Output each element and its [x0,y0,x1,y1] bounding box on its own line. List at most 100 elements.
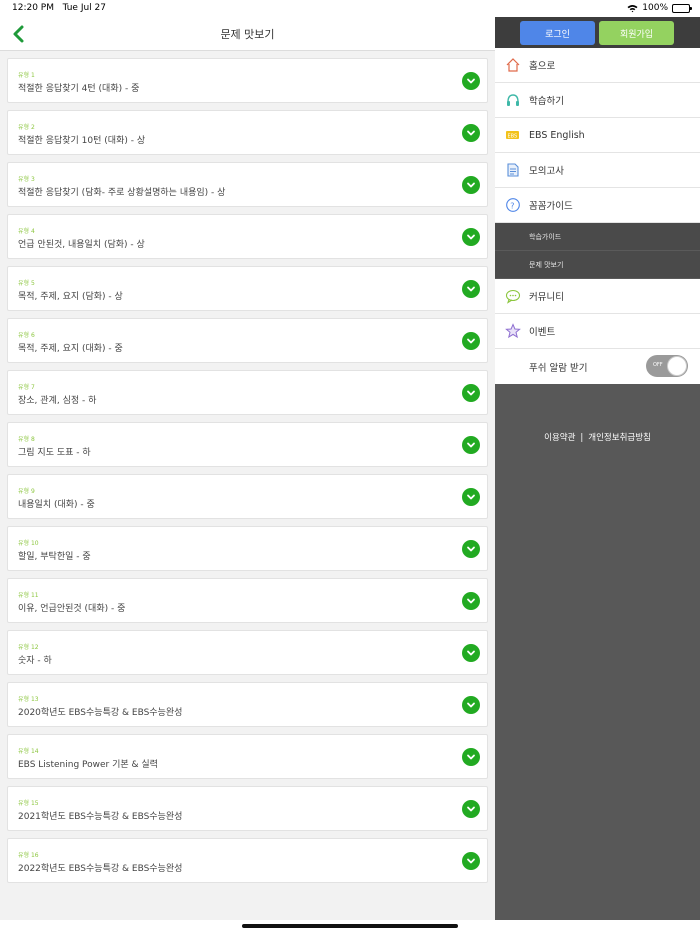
terms-link[interactable]: 이용약관 [544,433,575,443]
toggle-knob [667,356,687,376]
item-type-label: 유형 1 [18,72,35,79]
menu-main: 홈으로 학습하기 EBS EBS English 모의고사 ? 꼼꼼가이드 [495,48,700,223]
push-setting-row: 푸쉬 알람 받기 OFF [495,349,700,384]
item-type-label: 유형 4 [18,228,35,235]
item-type-label: 유형 15 [18,800,39,807]
menu-label: 홈으로 [529,61,556,72]
menu-secondary: 커뮤니티 이벤트 [495,279,700,349]
chevron-down-icon[interactable] [462,748,480,766]
svg-text:EBS: EBS [508,134,518,140]
item-title: 숫자 - 하 [18,656,52,666]
problem-list-item[interactable]: 유형 13 2020학년도 EBS수능특강 & EBS수능완성 [7,682,488,727]
chevron-down-icon[interactable] [462,488,480,506]
menu-label: 이벤트 [529,327,556,338]
status-bar: 12:20 PM Tue Jul 27 100% [0,0,700,17]
question-icon: ? [506,198,520,212]
problem-list-item[interactable]: 유형 6 목적, 주제, 요지 (대화) - 중 [7,318,488,363]
battery-icon [672,3,692,13]
item-type-label: 유형 16 [18,852,39,859]
chevron-down-icon[interactable] [462,436,480,454]
menu-item-ebs-english[interactable]: EBS EBS English [495,118,700,153]
push-toggle[interactable]: OFF [646,355,688,377]
item-title: 그림 지도 도표 - 하 [18,448,91,458]
problem-list-item[interactable]: 유형 10 할일, 부탁한일 - 중 [7,526,488,571]
item-title: 적절한 응답찾기 10턴 (대화) - 상 [18,136,146,146]
menu-item-event[interactable]: 이벤트 [495,314,700,349]
menu-label: 커뮤니티 [529,292,564,303]
chevron-down-icon[interactable] [462,332,480,350]
problem-list-item[interactable]: 유형 2 적절한 응답찾기 10턴 (대화) - 상 [7,110,488,155]
chevron-down-icon[interactable] [462,176,480,194]
headphones-icon [507,94,519,106]
privacy-link[interactable]: 개인정보취급방침 [588,433,651,443]
item-title: 2020학년도 EBS수능특강 & EBS수능완성 [18,708,183,718]
status-indicators: 100% [627,3,692,13]
item-title: 장소, 관계, 심정 - 하 [18,396,97,406]
chevron-down-icon[interactable] [462,592,480,610]
problem-list-item[interactable]: 유형 4 언급 안된것, 내용일치 (담화) - 상 [7,214,488,259]
problem-list-item[interactable]: 유형 15 2021학년도 EBS수능특강 & EBS수능완성 [7,786,488,831]
footer-links: 이용약관 | 개인정보취급방침 [495,431,700,443]
item-title: 목적, 주제, 요지 (대화) - 중 [18,344,123,354]
chevron-down-icon[interactable] [462,384,480,402]
menu-label: 학습하기 [529,96,564,107]
item-title: 언급 안된것, 내용일치 (담화) - 상 [18,240,145,250]
item-type-label: 유형 6 [18,332,35,339]
item-title: 적절한 응답찾기 (담화- 주로 상황설명하는 내용임) - 상 [18,188,226,198]
chevron-down-icon[interactable] [462,228,480,246]
problem-list-item[interactable]: 유형 9 내용일치 (대화) - 중 [7,474,488,519]
problem-list-item[interactable]: 유형 11 이유, 언급안된것 (대화) - 중 [7,578,488,623]
problem-list-item[interactable]: 유형 16 2022학년도 EBS수능특강 & EBS수능완성 [7,838,488,883]
menu-item-study[interactable]: 학습하기 [495,83,700,118]
chevron-down-icon[interactable] [462,124,480,142]
menu-item-guide[interactable]: ? 꼼꼼가이드 [495,188,700,223]
chevron-down-icon[interactable] [462,540,480,558]
item-type-label: 유형 8 [18,436,35,443]
menu-item-mock-exam[interactable]: 모의고사 [495,153,700,188]
problem-list-item[interactable]: 유형 3 적절한 응답찾기 (담화- 주로 상황설명하는 내용임) - 상 [7,162,488,207]
side-menu: 로그인 회원가입 홈으로 학습하기 EBS EBS English 모의고사 ?… [495,17,700,920]
item-type-label: 유형 12 [18,644,39,651]
auth-row: 로그인 회원가입 [495,17,700,48]
item-type-label: 유형 10 [18,540,39,547]
item-type-label: 유형 7 [18,384,35,391]
item-type-label: 유형 9 [18,488,35,495]
menu-item-community[interactable]: 커뮤니티 [495,279,700,314]
item-type-label: 유형 14 [18,748,39,755]
problem-list-item[interactable]: 유형 5 목적, 주제, 요지 (담화) - 상 [7,266,488,311]
menu-label: EBS English [529,129,585,141]
chevron-down-icon[interactable] [462,800,480,818]
svg-text:?: ? [510,201,514,210]
problem-list-item[interactable]: 유형 8 그림 지도 도표 - 하 [7,422,488,467]
chevron-down-icon[interactable] [462,852,480,870]
login-button[interactable]: 로그인 [520,21,595,45]
signup-button[interactable]: 회원가입 [599,21,674,45]
menu-item-home[interactable]: 홈으로 [495,48,700,83]
menu-label: 모의고사 [529,166,564,177]
problem-list-item[interactable]: 유형 1 적절한 응답찾기 4턴 (대화) - 중 [7,58,488,103]
problem-list-item[interactable]: 유형 12 숫자 - 하 [7,630,488,675]
item-title: 2021학년도 EBS수능특강 & EBS수능완성 [18,812,183,822]
wifi-icon [627,4,638,12]
star-icon [505,323,521,339]
footer-separator: | [580,433,584,443]
chevron-down-icon[interactable] [462,644,480,662]
item-title: 적절한 응답찾기 4턴 (대화) - 중 [18,84,140,94]
menu-label: 꼼꼼가이드 [529,201,573,212]
status-time: 12:20 PM Tue Jul 27 [12,3,106,13]
item-title: 할일, 부탁한일 - 중 [18,552,91,562]
header: 문제 맛보기 [0,17,495,51]
problem-list-item[interactable]: 유형 7 장소, 관계, 심정 - 하 [7,370,488,415]
submenu-item-study-guide[interactable]: 학습가이드 [495,223,700,251]
submenu-item-problem-preview[interactable]: 문제 맛보기 [495,251,700,279]
chevron-down-icon[interactable] [462,72,480,90]
chevron-down-icon[interactable] [462,280,480,298]
battery-percent: 100% [642,3,668,13]
push-label: 푸쉬 알람 받기 [529,363,588,374]
home-indicator[interactable] [242,924,458,928]
item-title: 2022학년도 EBS수능특강 & EBS수능완성 [18,864,183,874]
chevron-down-icon[interactable] [462,696,480,714]
item-title: EBS Listening Power 기본 & 실력 [18,760,158,770]
home-icon [506,58,520,72]
problem-list-item[interactable]: 유형 14 EBS Listening Power 기본 & 실력 [7,734,488,779]
